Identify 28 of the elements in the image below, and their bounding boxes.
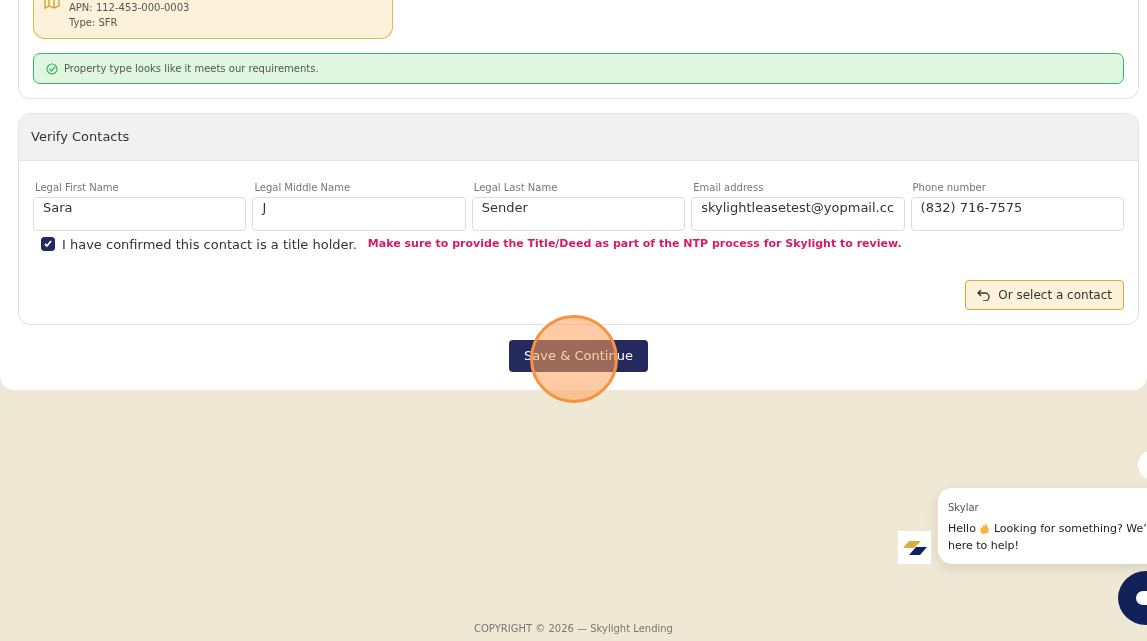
apn-text: APN: 112-453-000-0003 <box>69 1 191 15</box>
checkbox[interactable] <box>41 237 55 252</box>
hand-icon <box>978 523 991 536</box>
logo-icon <box>898 531 931 564</box>
check-circle-icon <box>46 62 58 75</box>
warning-text: Make sure to provide the Title/Deed as part of the NTP process for Skylight to review. <box>367 236 902 252</box>
field-label: Legal Middle Name <box>254 180 352 195</box>
input-field[interactable]: Sender <box>471 196 686 231</box>
chat-text: here to help! <box>948 537 1020 554</box>
field-label: Phone number <box>912 180 987 195</box>
map-icon <box>44 0 60 11</box>
input-field[interactable]: J <box>252 196 466 231</box>
checkbox-label: I have confirmed this contact is a title holder. <box>62 235 357 254</box>
copyright-text: COPYRIGHT © 2026 — Skylight Lending <box>473 622 674 636</box>
field-label: Legal First Name <box>35 180 120 195</box>
input-field[interactable]: skylightleasetest@yopmail.cc <box>691 196 905 231</box>
undo-icon <box>977 289 991 301</box>
select-contact-button[interactable]: Or select a contact <box>965 280 1124 310</box>
card-header: Verify Contacts <box>19 114 1138 161</box>
alert-text: Property type looks like it meets our requirements. <box>64 62 319 76</box>
input-field[interactable]: (832) 716-7575 <box>910 196 1124 231</box>
chat-text: Hello <box>948 521 976 537</box>
input-field[interactable]: Sara <box>33 196 247 231</box>
sender-name: Skylar <box>948 501 980 515</box>
type-text: Type: SFR <box>69 16 119 30</box>
field-label: Legal Last Name <box>473 180 559 195</box>
field-label: Email address <box>693 180 765 195</box>
chat-text: Looking for something? We’ <box>993 521 1147 537</box>
